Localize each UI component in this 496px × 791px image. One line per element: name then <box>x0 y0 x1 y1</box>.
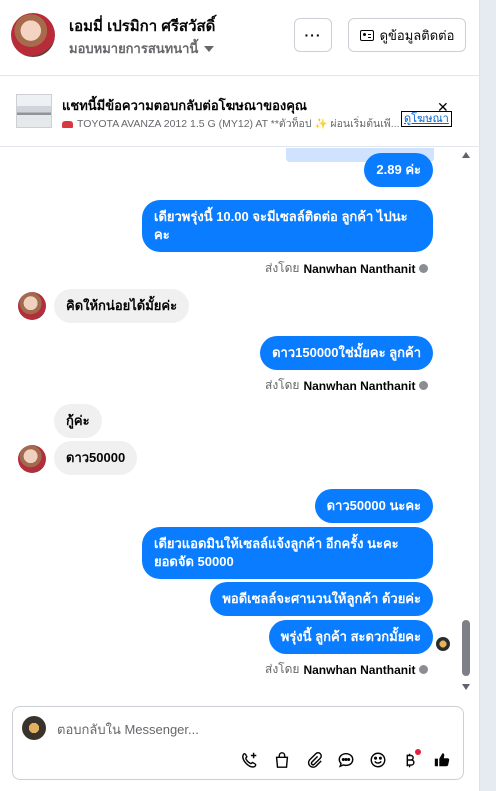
seen-indicator-avatar <box>436 637 450 651</box>
ad-thumbnail <box>16 94 52 128</box>
ad-banner-title: แชทนี้มีข้อความตอบกลับต่อโฆษณาของคุณ <box>62 98 307 113</box>
chat-bubble-icon[interactable] <box>335 749 357 771</box>
thread-scrollbar[interactable] <box>462 148 472 693</box>
outgoing-message[interactable]: 2.89 ค่ะ <box>364 153 433 187</box>
view-contact-info-button[interactable]: ดูข้อมูลติดต่อ <box>348 18 466 52</box>
sent-by-sender[interactable]: Nanwhan Nanthanit <box>303 663 415 677</box>
message-thread: 2.89 ค่ะ เดียวพรุ่งนี้ 10.00 จะมีเซลล์ติ… <box>0 148 480 698</box>
incoming-message[interactable]: ดาว50000 <box>54 441 138 475</box>
assign-conversation-dropdown[interactable]: มอบหมายการสนทนานี้ <box>69 38 215 59</box>
bag-icon[interactable] <box>271 749 293 771</box>
outgoing-message[interactable]: พอดีเซลล์จะศานวนให้ลูกค้า ด้วยค่ะ <box>210 582 433 616</box>
composer-toolbar <box>239 749 453 771</box>
call-add-icon[interactable] <box>239 749 261 771</box>
more-options-button[interactable]: ··· <box>294 18 332 52</box>
scrollbar-thumb[interactable] <box>462 620 470 676</box>
info-icon[interactable] <box>419 665 429 674</box>
sent-by-sender[interactable]: Nanwhan Nanthanit <box>303 379 415 393</box>
incoming-message[interactable]: กู้ค่ะ <box>54 404 102 438</box>
attach-icon[interactable] <box>303 749 325 771</box>
contact-avatar[interactable] <box>11 13 55 57</box>
outgoing-message[interactable]: พรุ่งนี้ ลูกค้า สะดวกมั้ยคะ <box>268 620 433 654</box>
like-icon[interactable] <box>431 749 453 771</box>
chat-header: เอมมี่ เปรมิกา ศรีสวัสดิ์ มอบหมายการสนทน… <box>0 0 480 76</box>
caret-down-icon <box>204 45 215 52</box>
notification-dot <box>415 749 421 755</box>
ad-reply-banner: แชทนี้มีข้อความตอบกลับต่อโฆษณาของคุณ TOY… <box>0 77 480 147</box>
sent-by-sender[interactable]: Nanwhan Nanthanit <box>303 262 415 276</box>
outgoing-message[interactable]: ดาว50000 นะคะ <box>314 489 433 523</box>
info-icon[interactable] <box>419 264 429 273</box>
page-avatar <box>22 716 46 740</box>
chat-panel: เอมมี่ เปรมิกา ศรีสวัสดิ์ มอบหมายการสนทน… <box>0 0 480 791</box>
contact-avatar-small[interactable] <box>18 445 46 473</box>
contact-card-icon <box>359 29 374 41</box>
outgoing-message[interactable]: เดียวแอดมินให้เซลล์แจ้งลูกค้า อีกครั้ง น… <box>142 527 433 579</box>
reply-input[interactable] <box>57 719 437 739</box>
outgoing-message[interactable]: ดาว150000ใช่มั้ยคะ ลูกค้า <box>260 336 433 370</box>
sent-by-prefix: ส่งโดย <box>265 662 300 676</box>
sent-by-prefix: ส่งโดย <box>265 261 300 275</box>
contact-name[interactable]: เอมมี่ เปรมิกา ศรีสวัสดิ์ <box>69 14 215 38</box>
right-side-strip <box>480 0 496 791</box>
emoji-icon[interactable] <box>367 749 389 771</box>
scroll-up-arrow-icon[interactable] <box>462 152 470 158</box>
contact-avatar-small[interactable] <box>18 292 46 320</box>
close-icon[interactable]: ✕ <box>437 100 449 114</box>
baht-icon[interactable] <box>399 749 421 771</box>
ad-subtitle-text: TOYOTA AVANZA 2012 1.5 G (MY12) AT **ตัว… <box>77 118 400 130</box>
ad-banner-subtitle: TOYOTA AVANZA 2012 1.5 G (MY12) AT **ตัว… <box>62 115 402 132</box>
sent-by-label: ส่งโดย Nanwhan Nanthanit <box>265 660 429 679</box>
incoming-message[interactable]: คิดให้กน่อยได้มั้ยค่ะ <box>54 289 190 323</box>
assign-conversation-label: มอบหมายการสนทนานี้ <box>69 41 199 56</box>
sent-by-prefix: ส่งโดย <box>265 378 300 392</box>
view-contact-info-label: ดูข้อมูลติดต่อ <box>379 27 455 43</box>
sent-by-label: ส่งโดย Nanwhan Nanthanit <box>265 259 429 278</box>
sent-by-label: ส่งโดย Nanwhan Nanthanit <box>265 376 429 395</box>
info-icon[interactable] <box>419 381 429 390</box>
outgoing-message[interactable]: เดียวพรุ่งนี้ 10.00 จะมีเซลล์ติดต่อ ลูกค… <box>142 200 433 252</box>
message-composer <box>12 706 464 780</box>
scroll-down-arrow-icon[interactable] <box>462 684 470 690</box>
car-icon <box>62 120 73 128</box>
